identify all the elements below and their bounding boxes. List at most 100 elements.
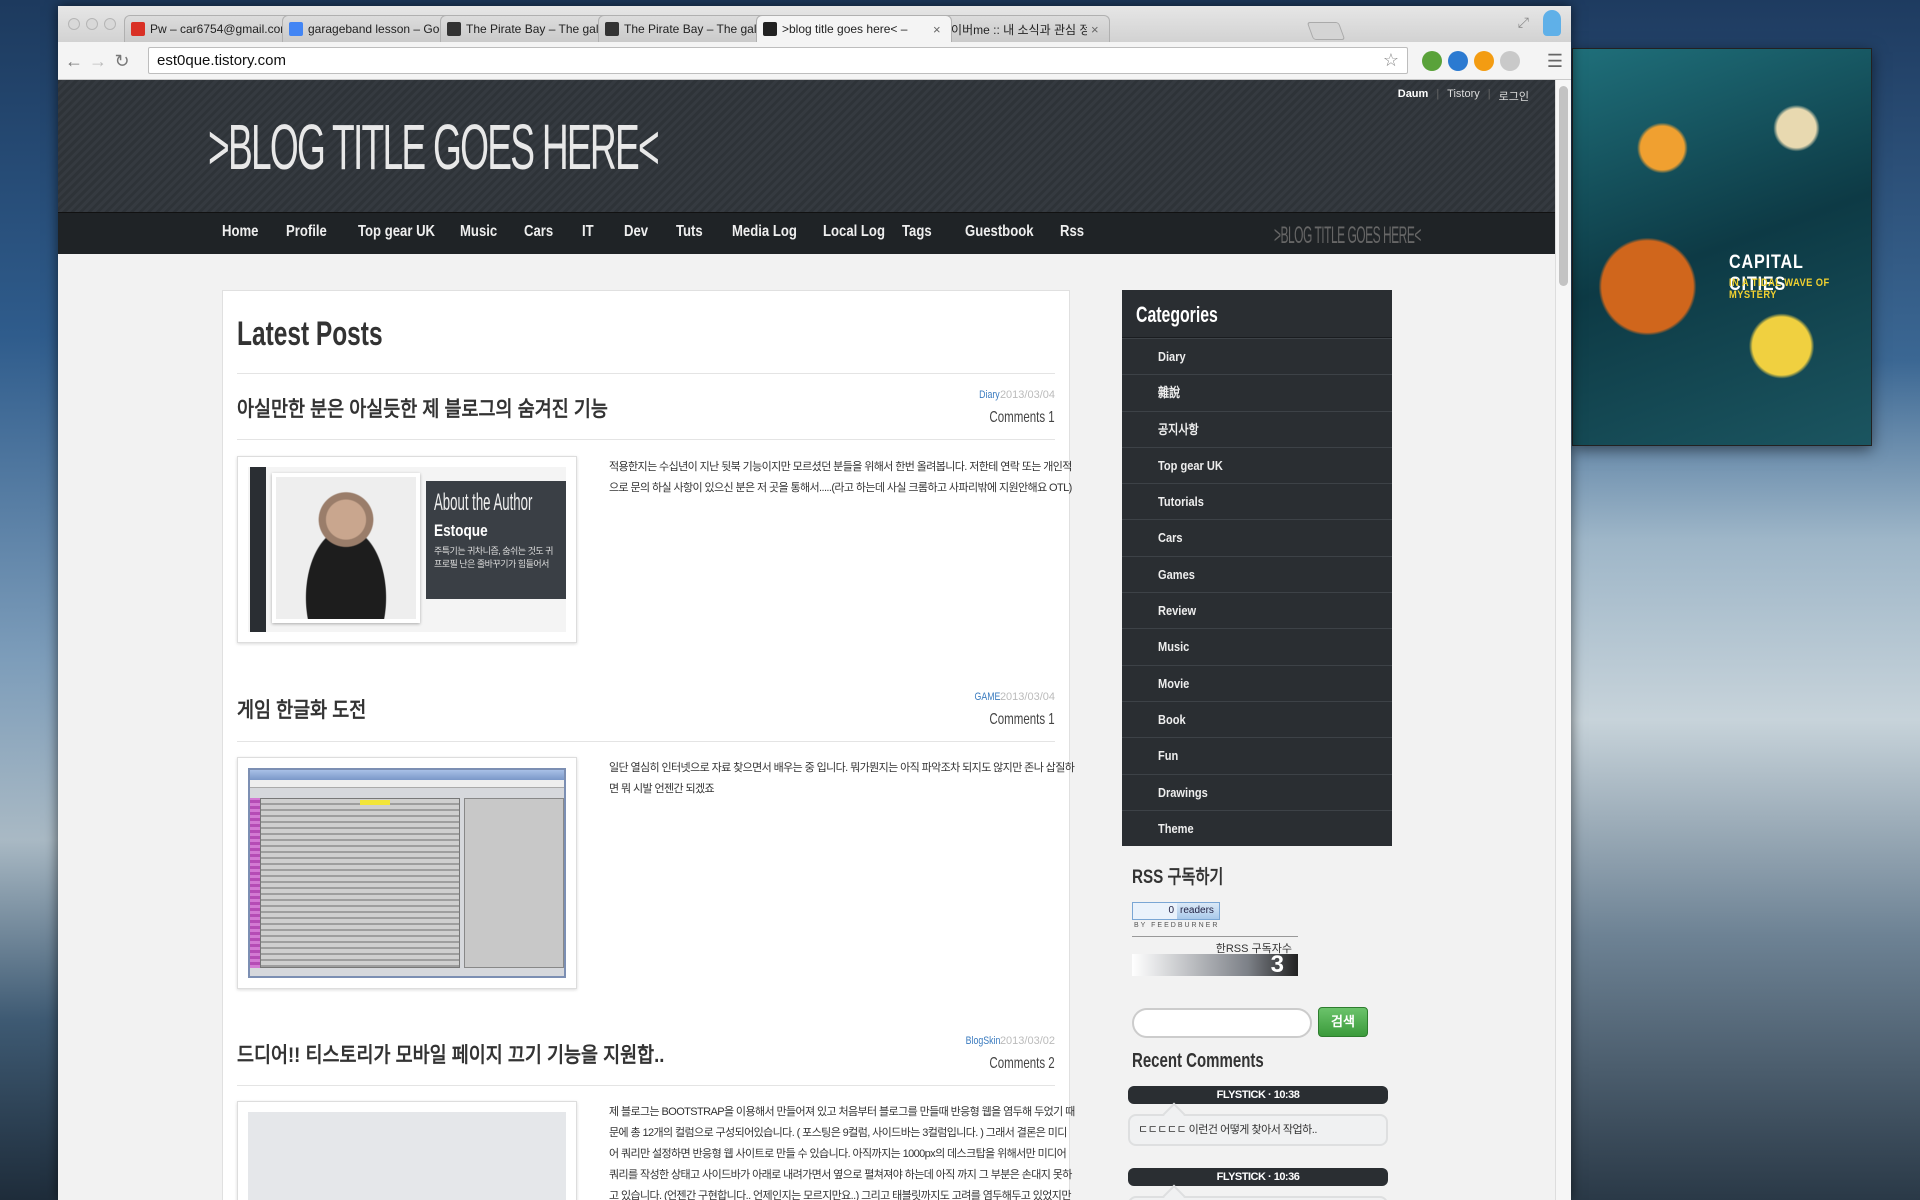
post-category-link[interactable]: GAME — [974, 691, 1000, 703]
search-button[interactable]: 검색 — [1318, 1007, 1368, 1037]
category-item[interactable]: Review — [1122, 592, 1392, 628]
blog-icon — [763, 22, 777, 36]
feedburner-count: 0 — [1133, 903, 1177, 919]
divider — [237, 1085, 1055, 1086]
author-name: Estoque — [434, 521, 488, 540]
close-window-button[interactable] — [68, 18, 80, 30]
back-arrow-icon[interactable]: ← — [62, 49, 86, 73]
fullscreen-icon[interactable]: ⤢ — [1518, 14, 1529, 31]
nav-item[interactable]: Top gear UK — [358, 223, 435, 241]
menu-icon[interactable]: ☰ — [1547, 51, 1563, 72]
tab-title: >blog title goes here< – — [782, 22, 908, 36]
extension-green-icon[interactable] — [1422, 51, 1442, 71]
tab-title: garageband lesson – Goog — [308, 22, 453, 36]
post-meta: BlogSkin2013/03/02 — [957, 1035, 1055, 1047]
nav-item[interactable]: Local Log — [823, 223, 885, 241]
author-panel: About the Author Estoque 주특기는 귀차니즘, 숨쉬는 … — [426, 481, 566, 599]
screenshot-hex-grid — [260, 798, 460, 968]
nav-item[interactable]: Tags — [902, 223, 932, 241]
comment-text[interactable]: ㄷㄷㄷㄷㄷ 이런건 어떻게 찾아서 작업하.. — [1128, 1114, 1388, 1146]
forward-arrow-icon[interactable]: → — [86, 49, 110, 73]
post-category-link[interactable]: Diary — [979, 389, 1000, 401]
tab-close-icon[interactable]: × — [933, 22, 945, 37]
post-comments-link[interactable]: Comments 2 — [990, 1055, 1055, 1073]
categories-title: Categories — [1122, 290, 1392, 338]
comment-text[interactable] — [1128, 1196, 1388, 1200]
category-item[interactable]: Music — [1122, 628, 1392, 664]
post-thumbnail[interactable] — [237, 1101, 577, 1200]
tistory-link[interactable]: Tistory — [1447, 88, 1480, 104]
new-tab-button[interactable] — [1306, 22, 1346, 40]
tab-strip: Pw – car6754@gmail.com × garageband lesson… — [58, 6, 1571, 42]
nav-item[interactable]: Rss — [1060, 223, 1084, 241]
post-comments-link[interactable]: Comments 1 — [990, 711, 1055, 729]
category-item[interactable]: Diary — [1122, 338, 1392, 374]
comment-author[interactable]: FLYSTICK · 10:38 — [1128, 1086, 1388, 1104]
tab-title: The Pirate Bay – The galaxy — [466, 22, 613, 36]
nav-item[interactable]: Music — [460, 223, 497, 241]
reload-icon[interactable]: ↻ — [110, 49, 134, 73]
post-meta: Diary2013/03/04 — [974, 389, 1055, 401]
post-date: 2013/03/02 — [999, 1035, 1055, 1047]
post-title[interactable]: 게임 한글화 도전 — [237, 694, 366, 724]
category-item[interactable]: Fun — [1122, 737, 1392, 773]
nav-item[interactable]: Profile — [286, 223, 327, 241]
post-date: 2013/03/04 — [999, 389, 1055, 401]
comment-author[interactable]: FLYSTICK · 10:36 — [1128, 1168, 1388, 1186]
nav-item[interactable]: Media Log — [732, 223, 797, 241]
category-item[interactable]: Top gear UK — [1122, 446, 1392, 483]
daum-link[interactable]: Daum — [1398, 88, 1429, 104]
post-comments-link[interactable]: Comments 1 — [990, 409, 1055, 427]
feedburner-label: readers — [1180, 905, 1214, 916]
album-cover-widget: CAPITAL CITIES IN A TIDAL WAVE OF MYSTER… — [1572, 48, 1872, 446]
profile-avatar-icon[interactable] — [1543, 10, 1561, 36]
minimize-window-button[interactable] — [86, 18, 98, 30]
category-item[interactable]: Theme — [1122, 809, 1392, 846]
browser-tab[interactable]: >blog title goes here< – × — [756, 15, 952, 42]
extension-gray-icon[interactable] — [1500, 51, 1520, 71]
tab-close-icon[interactable]: × — [1091, 22, 1103, 37]
post-title[interactable]: 드디어!! 티스토리가 모바일 페이지 끄기 기능을 지원합.. — [237, 1039, 664, 1069]
category-item[interactable]: Drawings — [1122, 773, 1392, 810]
separator: | — [1436, 88, 1440, 100]
post-excerpt: 제 블로그는 BOOTSTRAP을 이용해서 만들어져 있고 처음부터 블로그를… — [609, 1106, 1075, 1200]
bookmark-star-icon[interactable]: ☆ — [1383, 48, 1399, 73]
search-input[interactable] — [1132, 1008, 1312, 1038]
nav-logo[interactable]: >BLOG TITLE GOES HERE< — [1274, 222, 1421, 250]
post-meta: GAME2013/03/04 — [968, 691, 1055, 703]
category-item[interactable]: Tutorials — [1122, 483, 1392, 519]
nav-item[interactable]: Dev — [624, 223, 648, 241]
vertical-scrollbar[interactable] — [1555, 80, 1571, 1200]
category-item[interactable]: Movie — [1122, 664, 1392, 701]
category-item[interactable]: 공지사항 — [1122, 410, 1392, 447]
nav-item[interactable]: Cars — [524, 223, 553, 241]
post-thumbnail[interactable]: About the Author Estoque 주특기는 귀차니즘, 숨쉬는 … — [237, 456, 577, 643]
pirate-ship-icon — [447, 22, 461, 36]
category-item[interactable]: 雜說 — [1122, 374, 1392, 410]
scrollbar-thumb[interactable] — [1559, 86, 1568, 286]
rss-count-badge[interactable]: 3 — [1132, 953, 1298, 977]
post-category-link[interactable]: BlogSkin — [965, 1035, 1000, 1047]
nav-item[interactable]: Home — [222, 223, 258, 241]
nav-item[interactable]: IT — [582, 223, 594, 241]
blog-title[interactable]: >BLOG TITLE GOES HERE< — [208, 110, 660, 184]
separator: | — [1487, 88, 1491, 100]
screenshot-offsets — [250, 798, 260, 968]
category-item[interactable]: Cars — [1122, 519, 1392, 555]
author-desc: 주특기는 귀차니즘, 숨쉬는 것도 귀 프로필 난은 줄바꾸기가 힘들어서 — [434, 546, 553, 569]
address-bar[interactable]: est0que.tistory.com ☆ — [148, 47, 1408, 74]
nav-item[interactable]: Guestbook — [965, 223, 1034, 241]
zoom-window-button[interactable] — [104, 18, 116, 30]
login-link[interactable]: 로그인 — [1499, 88, 1529, 104]
category-item[interactable]: Book — [1122, 700, 1392, 737]
post-title[interactable]: 아실만한 분은 아실듯한 제 블로그의 숨겨진 기능 — [237, 393, 608, 423]
feedburner-badge[interactable]: 0 readers — [1132, 902, 1220, 920]
nav-item[interactable]: Tuts — [676, 223, 703, 241]
category-item[interactable]: Games — [1122, 555, 1392, 592]
categories-box: Categories Diary 雜說 공지사항 Top gear UK Tutoria… — [1122, 290, 1392, 846]
extension-bird-icon[interactable] — [1448, 51, 1468, 71]
extension-orange-icon[interactable] — [1474, 51, 1494, 71]
screenshot-side-pane — [464, 798, 564, 968]
page-viewport: Daum | Tistory | 로그인 >BLOG TITLE GOES HE… — [58, 80, 1555, 1200]
post-thumbnail[interactable] — [237, 757, 577, 989]
